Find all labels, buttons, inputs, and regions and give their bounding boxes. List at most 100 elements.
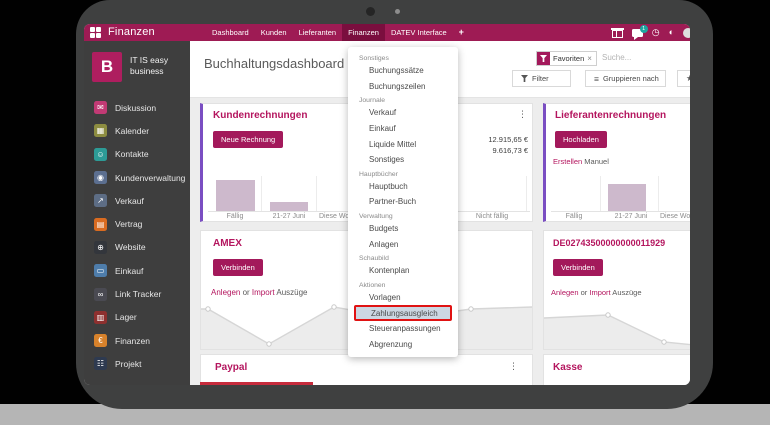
chart-gridline xyxy=(658,176,659,211)
import-link[interactable]: Import xyxy=(589,288,610,297)
topbar-icon-group: 1 ◷ ◐ xyxy=(612,24,690,41)
contrast-icon[interactable]: ◐ xyxy=(669,24,674,41)
apps-grid-icon[interactable] xyxy=(90,27,101,38)
sidebar-item-kundenverwaltung[interactable]: ◉ Kundenverwaltung xyxy=(84,166,190,189)
company-name-line1: IT IS easy xyxy=(130,55,168,66)
create-link[interactable]: Erstellen xyxy=(553,157,582,166)
avatar[interactable] xyxy=(683,28,690,38)
axis-label: Diese Wo xyxy=(319,213,349,220)
card-bank-account: DE02743500000000011929 Verbinden Anlegen… xyxy=(543,230,690,350)
axis-label: 21-27 Juni xyxy=(606,213,656,220)
anlegen-link[interactable]: Anlegen xyxy=(551,288,579,297)
sidebar-item-vertrag[interactable]: ▤ Vertrag xyxy=(84,212,190,235)
card-title-amex[interactable]: AMEX xyxy=(213,238,242,249)
card-title-lieferantenrechnungen[interactable]: Lieferantenrechnungen xyxy=(555,110,666,121)
sidebar-item-kontakte[interactable]: ☺ Kontakte xyxy=(84,143,190,166)
create-link-rest: Manuel xyxy=(582,157,609,166)
menu-item-vorlagen[interactable]: Vorlagen xyxy=(348,290,458,306)
menu-item-sonstiges[interactable]: Sonstiges xyxy=(348,152,458,168)
gift-icon[interactable] xyxy=(612,30,623,38)
bar-faellig[interactable] xyxy=(216,180,255,211)
card-title-paypal[interactable]: Paypal xyxy=(215,362,247,373)
sidebar-item-lager[interactable]: ▥ Lager xyxy=(84,306,190,329)
sidebar-item-finanzen[interactable]: € Finanzen xyxy=(84,329,190,352)
top-nav-menu: Dashboard Kunden Lieferanten Finanzen DA… xyxy=(206,24,470,41)
menu-item-kontenplan[interactable]: Kontenplan xyxy=(348,263,458,279)
menu-item-steueranpassungen[interactable]: Steueranpassungen xyxy=(348,321,458,337)
menu-item-abgrenzung[interactable]: Abgrenzung xyxy=(348,337,458,353)
sidebar-item-website[interactable]: ⊕ Website xyxy=(84,236,190,259)
sidebar-item-link-tracker[interactable]: ∞ Link Tracker xyxy=(84,282,190,305)
menu-section-verwaltung: Verwaltung xyxy=(348,210,458,221)
import-link[interactable]: Import xyxy=(252,288,275,297)
sidebar-item-verkauf[interactable]: ↗ Verkauf xyxy=(84,189,190,212)
menu-item-buchungssaetze[interactable]: Buchungssätze xyxy=(348,63,458,79)
axis-label: Nicht fällig xyxy=(461,213,523,220)
connect-button-bank[interactable]: Verbinden xyxy=(553,259,603,276)
card-title-kundenrechnungen[interactable]: Kundenrechnungen xyxy=(213,110,307,121)
list-lines-icon: ≡ xyxy=(594,74,599,84)
nav-kunden[interactable]: Kunden xyxy=(255,24,293,41)
invoice-icon: € xyxy=(94,334,107,347)
chart-axis xyxy=(551,211,690,212)
axis-label: Fällig xyxy=(213,213,257,220)
menu-item-liquide-mittel[interactable]: Liquide Mittel xyxy=(348,136,458,152)
filter-button[interactable]: Filter xyxy=(512,70,571,87)
nav-datev-interface[interactable]: DATEV Interface xyxy=(385,24,453,41)
chart-gridline xyxy=(600,176,601,211)
menu-item-buchungszeilen[interactable]: Buchungszeilen xyxy=(348,79,458,95)
upload-button[interactable]: Hochladen xyxy=(555,131,607,148)
sidebar-item-kalender[interactable]: ▦ Kalender xyxy=(84,119,190,142)
sidebar-item-diskussion[interactable]: ✉ Diskussion xyxy=(84,96,190,119)
create-manual-links: Erstellen Manuel xyxy=(553,157,609,166)
activities-clock-icon[interactable]: ◷ xyxy=(652,24,660,41)
nav-add-icon[interactable]: + xyxy=(453,24,470,41)
nav-dashboard[interactable]: Dashboard xyxy=(206,24,255,41)
star-icon: ★ xyxy=(686,73,690,84)
webcam-icon xyxy=(366,7,375,16)
group-by-label: Gruppieren nach xyxy=(603,74,659,83)
new-invoice-button[interactable]: Neue Rechnung xyxy=(213,131,283,148)
menu-item-anlagen[interactable]: Anlagen xyxy=(348,236,458,252)
menu-section-journale: Journale xyxy=(348,94,458,105)
contacts-icon: ☺ xyxy=(94,148,107,161)
webcam-led-icon xyxy=(395,9,400,14)
search-input[interactable]: Suche... xyxy=(602,53,631,62)
auszuege-text: Auszüge xyxy=(275,288,308,297)
connect-button-amex[interactable]: Verbinden xyxy=(213,259,263,276)
sidebar-item-einkauf[interactable]: ▭ Einkauf xyxy=(84,259,190,282)
favorites-filter-chip[interactable]: Favoriten × xyxy=(536,51,597,66)
amount-overdue: 9.616,73 € xyxy=(488,145,528,156)
menu-item-partner-buch[interactable]: Partner-Buch xyxy=(348,194,458,210)
clipped-red-bar xyxy=(200,382,313,385)
menu-item-verkauf[interactable]: Verkauf xyxy=(348,105,458,121)
chat-icon: ✉ xyxy=(94,101,107,114)
chip-remove-icon[interactable]: × xyxy=(587,54,592,63)
app-title[interactable]: Finanzen xyxy=(108,24,155,41)
nav-finanzen[interactable]: Finanzen xyxy=(342,24,385,41)
menu-item-hauptbuch[interactable]: Hauptbuch xyxy=(348,179,458,195)
card-kasse: Kasse xyxy=(543,354,690,385)
menu-item-einkauf[interactable]: Einkauf xyxy=(348,121,458,137)
kebab-menu-icon[interactable]: ⋮ xyxy=(518,109,527,120)
balance-area-chart[interactable] xyxy=(544,311,690,349)
menu-item-budgets[interactable]: Budgets xyxy=(348,221,458,237)
company-logo[interactable]: B xyxy=(92,52,122,82)
kebab-menu-icon[interactable]: ⋮ xyxy=(509,361,518,372)
group-by-button[interactable]: ≡ Gruppieren nach xyxy=(585,70,666,87)
bar-21-27-juni[interactable] xyxy=(270,202,308,211)
warehouse-icon: ▥ xyxy=(94,311,107,324)
top-navbar: Finanzen Dashboard Kunden Lieferanten Fi… xyxy=(84,24,690,41)
messages-icon[interactable]: 1 xyxy=(632,29,643,37)
menu-item-zahlungsausgleich[interactable]: Zahlungsausgleich xyxy=(354,305,452,321)
card-title-bank[interactable]: DE02743500000000011929 xyxy=(553,238,665,248)
card-title-kasse[interactable]: Kasse xyxy=(553,362,582,373)
finanzen-dropdown-menu: Sonstiges Buchungssätze Buchungszeilen J… xyxy=(348,47,458,357)
nav-lieferanten[interactable]: Lieferanten xyxy=(293,24,343,41)
sidebar-item-projekt[interactable]: ☷ Projekt xyxy=(84,352,190,375)
anlegen-link[interactable]: Anlegen xyxy=(211,288,240,297)
favorites-star-button[interactable]: ★ xyxy=(677,70,690,87)
card-lieferantenrechnungen: Lieferantenrechnungen Hochladen Erstelle… xyxy=(543,103,690,222)
bar-21-27-juni[interactable] xyxy=(608,184,646,211)
chip-label: Favoriten xyxy=(553,54,584,63)
